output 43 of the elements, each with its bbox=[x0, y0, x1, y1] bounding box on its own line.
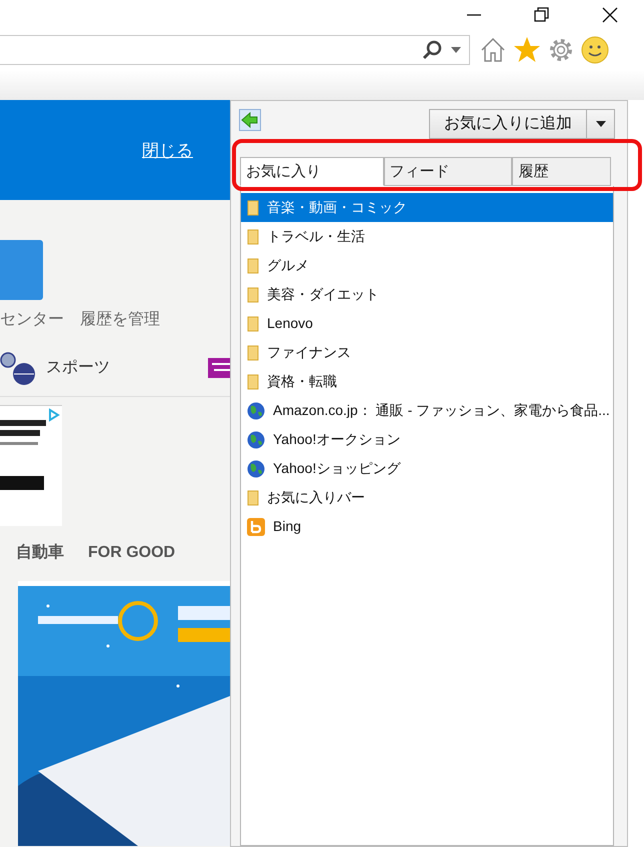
add-to-favorites-button[interactable]: お気に入りに追加 bbox=[429, 109, 587, 139]
close-link[interactable]: 閉じる bbox=[142, 138, 193, 164]
folder-icon bbox=[247, 374, 259, 390]
favorite-item[interactable]: グルメ bbox=[241, 251, 613, 280]
favorite-item[interactable]: Yahoo!オークション bbox=[241, 425, 613, 454]
favorite-item[interactable]: ファイナンス bbox=[241, 338, 613, 367]
sports-icon[interactable] bbox=[0, 350, 38, 386]
caret-icon[interactable] bbox=[451, 47, 461, 53]
smiley-icon[interactable] bbox=[580, 35, 610, 65]
folder-icon bbox=[247, 258, 259, 274]
category-label[interactable]: スポーツ bbox=[46, 356, 110, 380]
folder-icon bbox=[247, 316, 259, 332]
favorite-item[interactable]: Yahoo!ショッピング bbox=[241, 454, 613, 483]
globe-icon bbox=[247, 430, 265, 448]
bing-icon bbox=[247, 518, 265, 536]
close-icon[interactable] bbox=[600, 5, 620, 25]
folder-icon bbox=[247, 286, 259, 302]
favorite-item[interactable]: 音楽・動画・コミック bbox=[241, 193, 613, 222]
link-text[interactable]: 履歴を管理 bbox=[80, 308, 160, 332]
folder-icon bbox=[247, 344, 259, 360]
favorite-item[interactable]: Amazon.co.jp： 通販 - ファッション、家電から食品... bbox=[241, 396, 613, 425]
folder-icon bbox=[247, 200, 259, 216]
favorite-item[interactable]: 資格・転職 bbox=[241, 367, 613, 396]
address-field[interactable] bbox=[0, 35, 470, 65]
tab[interactable]: お気に入り bbox=[240, 157, 384, 186]
globe-icon bbox=[247, 402, 265, 420]
favorite-item[interactable]: トラベル・生活 bbox=[241, 222, 613, 251]
nav-link[interactable]: 自動車 bbox=[16, 541, 64, 565]
search-icon[interactable] bbox=[421, 39, 443, 61]
dropdown-button[interactable] bbox=[587, 109, 615, 139]
star-icon[interactable] bbox=[512, 35, 542, 65]
nav-link[interactable]: FOR GOOD bbox=[88, 541, 176, 565]
favorite-item[interactable]: お気に入りバー bbox=[241, 483, 613, 512]
folder-icon bbox=[247, 490, 259, 506]
tab[interactable]: 履歴 bbox=[512, 157, 612, 186]
folder-icon bbox=[247, 228, 259, 244]
tab[interactable]: フィード bbox=[384, 157, 512, 186]
link-text[interactable]: センター bbox=[0, 308, 64, 332]
globe-icon bbox=[247, 460, 265, 478]
favorite-item[interactable]: 美容・ダイエット bbox=[241, 280, 613, 309]
favorite-item[interactable]: Bing bbox=[241, 512, 613, 541]
favorite-item[interactable]: Lenovo bbox=[241, 309, 613, 338]
caret-icon bbox=[596, 121, 606, 127]
